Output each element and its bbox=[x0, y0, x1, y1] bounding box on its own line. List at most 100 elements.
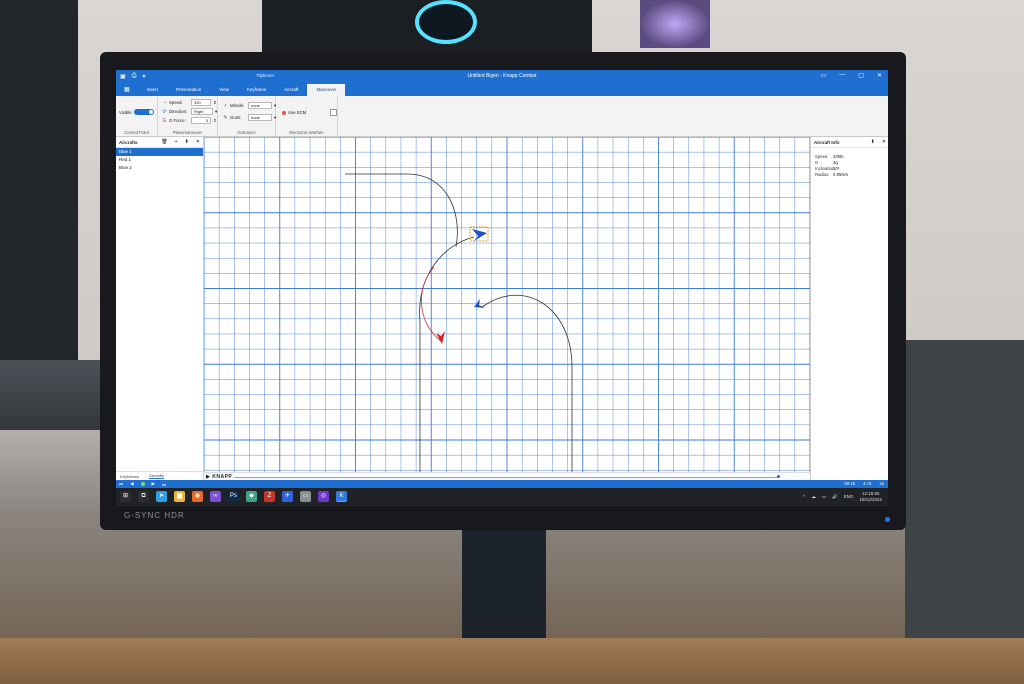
record-icon[interactable] bbox=[140, 482, 145, 486]
speed-readout: x1 bbox=[879, 481, 884, 486]
delete-icon[interactable]: 🗑 bbox=[161, 139, 167, 145]
tab-insert[interactable]: Insert bbox=[138, 84, 167, 96]
gforce-input[interactable]: 3 bbox=[191, 117, 211, 124]
status-bar: ⏮ ◀ ▶ ⏭ 00:16 4 / 5 x1 bbox=[116, 480, 888, 488]
direction-icon: ⟳ bbox=[162, 108, 167, 115]
map-canvas[interactable] bbox=[204, 137, 810, 472]
group-ordnance: ✓ Missile: none ▾ ✎ Guns: none ▾ Ordnanc… bbox=[218, 96, 276, 136]
taskbar-app-icon[interactable]: Ps bbox=[228, 491, 239, 502]
gforce-label: G Force: bbox=[169, 118, 186, 123]
speed-spinner-icon[interactable]: ⇕ bbox=[213, 100, 217, 106]
timeline-track[interactable] bbox=[234, 477, 779, 478]
group-electronic-warfare: Use ECM Electronic Warfare bbox=[276, 96, 338, 136]
volume-icon[interactable]: 🔊 bbox=[832, 494, 838, 500]
close-icon[interactable]: ✕ bbox=[882, 139, 886, 145]
pin-icon[interactable]: ⬆ bbox=[185, 139, 189, 145]
speed-input[interactable]: 330 bbox=[191, 99, 211, 106]
close-button[interactable]: ✕ bbox=[877, 72, 882, 79]
file-menu-button[interactable]: ▦ bbox=[116, 84, 138, 96]
direction-select[interactable]: Right bbox=[191, 108, 213, 115]
gforce-spinner-icon[interactable]: ⇕ bbox=[213, 118, 217, 124]
skip-back-icon[interactable]: ⏮ bbox=[119, 482, 123, 487]
tab-keyframes[interactable]: Keyframes bbox=[120, 474, 139, 479]
blue1-aircraft-icon[interactable] bbox=[469, 226, 489, 242]
taskbar-app-icon[interactable]: ◎ bbox=[318, 491, 329, 502]
rgb-glow bbox=[640, 0, 710, 48]
taskbar-app-icon[interactable]: K bbox=[336, 491, 347, 502]
app-window: ▣ ⎙ ▾ Tilplinnet Untitled Bigen - Knapp … bbox=[116, 70, 888, 506]
language-indicator[interactable]: ENG bbox=[844, 494, 854, 499]
tab-keyframe[interactable]: Keyframe bbox=[238, 84, 275, 96]
guns-label: Guns: bbox=[230, 115, 242, 120]
ecm-icon bbox=[282, 110, 286, 115]
taskbar-app-icon[interactable]: ▆ bbox=[174, 491, 185, 502]
taskbar-app-icon[interactable]: ⊞ bbox=[120, 491, 131, 502]
desk-frame bbox=[905, 340, 1024, 684]
skip-forward-icon[interactable]: ⏭ bbox=[162, 482, 166, 487]
add-icon[interactable]: + bbox=[175, 139, 178, 145]
pin-icon[interactable]: ⬆ bbox=[871, 139, 875, 145]
use-ecm-checkbox[interactable] bbox=[330, 109, 337, 116]
timeline-handle[interactable] bbox=[777, 475, 780, 478]
taskbar-app-icon[interactable]: ⧉ bbox=[138, 491, 149, 502]
list-item[interactable]: Blue 1 bbox=[116, 148, 203, 156]
taskbar-app-icon[interactable]: ▭ bbox=[300, 491, 311, 502]
ribbon-tabs: ▦ Insert Presentation View Keyframe Airc… bbox=[116, 84, 888, 96]
missile-icon: ✓ bbox=[223, 102, 228, 109]
grid-lines bbox=[204, 137, 810, 472]
clock[interactable]: 12:18:55 18/12/2022 bbox=[859, 491, 882, 502]
restore-ribbon-icon[interactable]: ▭ bbox=[821, 72, 827, 79]
chevron-down-icon[interactable]: ▾ bbox=[215, 109, 217, 115]
desk bbox=[0, 638, 1024, 684]
rgb-fan-icon bbox=[415, 0, 477, 44]
group-label: Ordnance bbox=[237, 130, 256, 135]
maximize-button[interactable]: ▢ bbox=[858, 72, 864, 79]
guns-select[interactable]: none bbox=[248, 114, 272, 121]
tab-aircraft[interactable]: Aircraft bbox=[275, 84, 307, 96]
playback-controls: ⏮ ◀ ▶ ⏭ bbox=[119, 481, 166, 487]
speaker bbox=[0, 0, 78, 380]
taskbar-app-icon[interactable]: ◉ bbox=[192, 491, 203, 502]
title-bar: ▣ ⎙ ▾ Tilplinnet Untitled Bigen - Knapp … bbox=[116, 70, 888, 84]
taskbar-app-icon[interactable]: ➤ bbox=[156, 491, 167, 502]
group-label: Planemaneuver bbox=[172, 130, 203, 135]
group-label: Current Point bbox=[124, 130, 149, 135]
taskbar-app-icon[interactable]: Z bbox=[264, 491, 275, 502]
missile-label: Missile: bbox=[230, 103, 245, 108]
clock-time: 12:18:55 bbox=[861, 491, 880, 496]
system-tray: ^ ☁ ▭ 🔊 ENG 12:18:55 18/12/2022 bbox=[803, 491, 882, 502]
list-item[interactable]: Red 1 bbox=[116, 156, 203, 164]
aircrafts-panel-header: Aircrafts 🗑 + ⬆ ✕ bbox=[116, 137, 203, 148]
taskbar-app-icon[interactable]: ◆ bbox=[246, 491, 257, 502]
cloud-icon[interactable]: ☁ bbox=[811, 494, 816, 500]
tab-view[interactable]: View bbox=[210, 84, 238, 96]
minimize-button[interactable]: — bbox=[839, 72, 845, 79]
panel-bottom-tabs: Keyframes Aircrafts bbox=[116, 471, 207, 480]
show-hidden-icon[interactable]: ^ bbox=[803, 494, 805, 499]
blue1-track bbox=[345, 173, 458, 248]
step-back-icon[interactable]: ◀ bbox=[130, 481, 133, 487]
taskbar-app-icon[interactable]: ∞ bbox=[210, 491, 221, 502]
status-readout: 00:16 4 / 5 x1 bbox=[844, 481, 884, 486]
use-ecm-label: Use ECM bbox=[288, 110, 307, 115]
close-icon[interactable]: ✕ bbox=[196, 139, 200, 145]
taskbar-app-icon[interactable]: ✈ bbox=[282, 491, 293, 502]
battery-icon[interactable]: ▭ bbox=[822, 494, 826, 500]
window-title: Untitled Bigen - Knapp Combat bbox=[467, 73, 537, 79]
time-readout: 00:16 bbox=[844, 481, 856, 486]
missile-select[interactable]: none bbox=[248, 102, 272, 109]
guns-icon: ✎ bbox=[223, 114, 228, 121]
ribbon: Visible Current Point ◔ Speed: 330 ⇕ ⟳ D… bbox=[116, 96, 888, 137]
tab-presentation[interactable]: Presentation bbox=[167, 84, 210, 96]
tab-maneuver[interactable]: Maneuver bbox=[307, 84, 346, 96]
info-row: Radius 0.95Nm bbox=[815, 172, 849, 177]
grid-plot bbox=[204, 137, 810, 472]
taskbar-apps: ⊞ ⧉ ➤ ▆ ◉ ∞ Ps ◆ Z ✈ ▭ ◎ K bbox=[120, 491, 347, 502]
list-item[interactable]: Blue 2 bbox=[116, 164, 203, 172]
aircrafts-panel: Aircrafts 🗑 + ⬆ ✕ Blue 1 Red 1 Blue 2 Ke… bbox=[116, 137, 207, 480]
play-icon[interactable]: ▶ bbox=[152, 481, 155, 487]
tab-aircrafts[interactable]: Aircrafts bbox=[149, 473, 164, 479]
aircraft-info-panel: Aircraft Info ⬆ ✕ Speed 330kt G 3g Incli… bbox=[810, 137, 888, 480]
visible-label: Visible bbox=[119, 109, 132, 115]
visible-toggle[interactable] bbox=[133, 109, 154, 115]
